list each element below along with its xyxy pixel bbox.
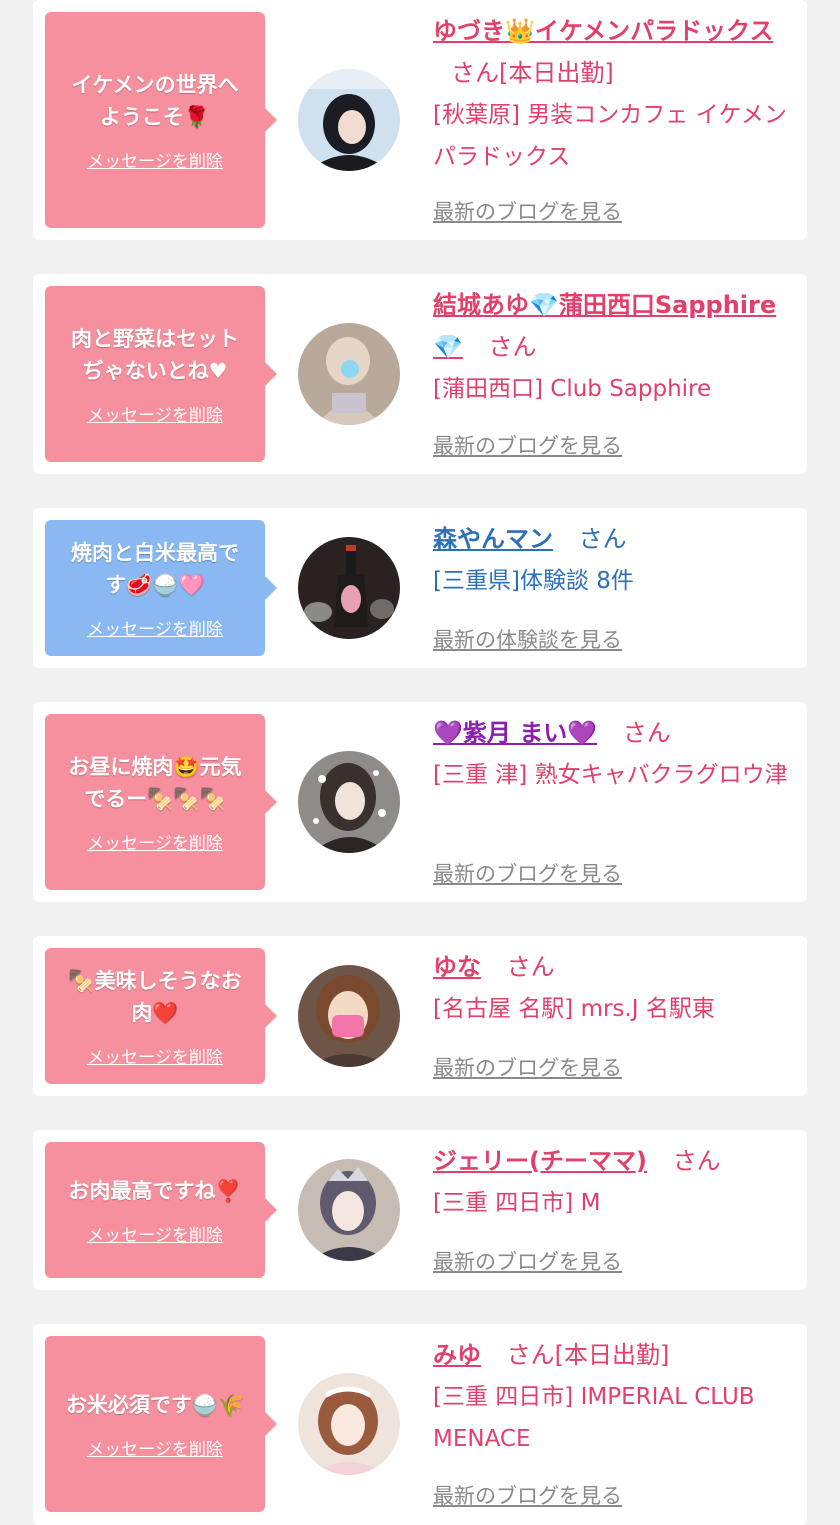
message-bubble: 🍢美味しそうなお 肉❤️ メッセージを削除 bbox=[45, 948, 277, 1084]
message-bubble: お昼に焼肉🤩元気 でるー🍢🍢🍢 メッセージを削除 bbox=[45, 714, 277, 890]
message-bubble: お米必須です🍚🌾 メッセージを削除 bbox=[45, 1336, 277, 1512]
san-label: さん bbox=[622, 719, 671, 747]
avatar[interactable] bbox=[298, 537, 400, 639]
latest-blog-link[interactable]: 最新のブログを見る bbox=[433, 1052, 622, 1082]
shop-label: [三重 四日市] M bbox=[433, 1190, 601, 1216]
latest-blog-link[interactable]: 最新のブログを見る bbox=[433, 1480, 622, 1510]
sender-info: 💜紫月 まい💜 さん [三重 津] 熟女キャバクラグロウ津 bbox=[433, 712, 795, 796]
message-text: 焼肉と白米最高で す🥩🍚🩷 bbox=[71, 540, 239, 597]
delete-message-link[interactable]: メッセージを削除 bbox=[87, 829, 223, 854]
message-text: お米必須です🍚🌾 bbox=[65, 1392, 245, 1417]
sender-name-link[interactable]: みゆ bbox=[433, 1341, 481, 1369]
message-card: お米必須です🍚🌾 メッセージを削除 みゆ さん[本日出勤] [三重 四日市] I… bbox=[33, 1324, 807, 1525]
message-card: 焼肉と白米最高で す🥩🍚🩷 メッセージを削除 森やんマン さん [三重県]体験談… bbox=[33, 508, 807, 668]
latest-blog-link[interactable]: 最新のブログを見る bbox=[433, 858, 622, 888]
sender-info: 森やんマン さん [三重県]体験談 8件 bbox=[433, 518, 795, 602]
sender-name-link[interactable]: ゆな bbox=[433, 953, 481, 981]
san-label: さん bbox=[672, 1147, 721, 1175]
sender-info: ジェリー(チーママ) さん [三重 四日市] M bbox=[433, 1140, 795, 1224]
shop-label: [三重 津] 熟女キャバクラグロウ津 bbox=[433, 762, 788, 788]
message-text: お昼に焼肉🤩元気 でるー🍢🍢🍢 bbox=[68, 754, 242, 811]
san-label: さん bbox=[578, 525, 627, 553]
delete-message-link[interactable]: メッセージを削除 bbox=[87, 1043, 223, 1068]
message-text: 🍢美味しそうなお 肉❤️ bbox=[68, 968, 242, 1025]
delete-message-link[interactable]: メッセージを削除 bbox=[87, 401, 223, 426]
san-label: さん bbox=[451, 59, 499, 87]
sender-info: ゆな さん [名古屋 名駅] mrs.J 名駅東 bbox=[433, 946, 795, 1030]
shop-label: [三重 四日市] IMPERIAL CLUB MENACE bbox=[433, 1384, 755, 1452]
avatar[interactable] bbox=[298, 323, 400, 425]
latest-blog-link[interactable]: 最新のブログを見る bbox=[433, 196, 622, 226]
avatar[interactable] bbox=[298, 965, 400, 1067]
status-suffix: [本日出勤] bbox=[554, 1341, 670, 1369]
san-label: さん bbox=[506, 953, 555, 981]
sender-name-link[interactable]: ゆづき👑イケメンパラドックス bbox=[433, 17, 773, 45]
message-bubble: 焼肉と白米最高で す🥩🍚🩷 メッセージを削除 bbox=[45, 520, 277, 656]
message-text: イケメンの世界へ ようこそ🌹 bbox=[71, 72, 239, 129]
message-text: お肉最高ですね❣️ bbox=[68, 1178, 242, 1203]
sender-info: みゆ さん[本日出勤] [三重 四日市] IMPERIAL CLUB MENAC… bbox=[433, 1334, 795, 1460]
delete-message-link[interactable]: メッセージを削除 bbox=[87, 1435, 223, 1460]
status-suffix: [本日出勤] bbox=[499, 59, 614, 87]
avatar[interactable] bbox=[298, 69, 400, 171]
sender-name-link[interactable]: 結城あゆ💎蒲田西口Sapphire💎 bbox=[433, 291, 776, 361]
avatar[interactable] bbox=[298, 1159, 400, 1261]
message-bubble: お肉最高ですね❣️ メッセージを削除 bbox=[45, 1142, 277, 1278]
message-card: お昼に焼肉🤩元気 でるー🍢🍢🍢 メッセージを削除 💜紫月 まい💜 さん [三重 … bbox=[33, 702, 807, 902]
sender-name-link[interactable]: 森やんマン bbox=[433, 525, 553, 553]
san-label: さん bbox=[488, 333, 537, 361]
message-card: 肉と野菜はセット ぢゃないとね♥ メッセージを削除 結城あゆ💎蒲田西口Sapph… bbox=[33, 274, 807, 474]
message-bubble: イケメンの世界へ ようこそ🌹 メッセージを削除 bbox=[45, 12, 277, 228]
message-list: イケメンの世界へ ようこそ🌹 メッセージを削除 ゆづき👑イケメンパラドックス さ… bbox=[0, 0, 840, 1525]
sender-name-link[interactable]: 💜紫月 まい💜 bbox=[433, 719, 597, 747]
latest-blog-link[interactable]: 最新のブログを見る bbox=[433, 430, 622, 460]
sender-info: 結城あゆ💎蒲田西口Sapphire💎 さん [蒲田西口] Club Sapphi… bbox=[433, 284, 795, 410]
sender-name-link[interactable]: ジェリー(チーママ) bbox=[433, 1147, 647, 1175]
message-card: お肉最高ですね❣️ メッセージを削除 ジェリー(チーママ) さん [三重 四日市… bbox=[33, 1130, 807, 1290]
delete-message-link[interactable]: メッセージを削除 bbox=[87, 615, 223, 640]
latest-review-link[interactable]: 最新の体験談を見る bbox=[433, 624, 622, 654]
shop-label: [三重県]体験談 8件 bbox=[433, 568, 634, 594]
latest-blog-link[interactable]: 最新のブログを見る bbox=[433, 1246, 622, 1276]
message-text: 肉と野菜はセット ぢゃないとね♥ bbox=[71, 326, 239, 383]
sender-info: ゆづき👑イケメンパラドックス さん[本日出勤] [秋葉原] 男装コンカフェ イケ… bbox=[433, 10, 795, 178]
shop-label: [蒲田西口] Club Sapphire bbox=[433, 376, 712, 402]
shop-label: [秋葉原] 男装コンカフェ イケメンパラドックス bbox=[433, 102, 787, 170]
delete-message-link[interactable]: メッセージを削除 bbox=[87, 147, 223, 172]
message-card: 🍢美味しそうなお 肉❤️ メッセージを削除 ゆな さん [名古屋 名駅] mrs… bbox=[33, 936, 807, 1096]
shop-label: [名古屋 名駅] mrs.J 名駅東 bbox=[433, 996, 715, 1022]
avatar[interactable] bbox=[298, 751, 400, 853]
message-bubble: 肉と野菜はセット ぢゃないとね♥ メッセージを削除 bbox=[45, 286, 277, 462]
delete-message-link[interactable]: メッセージを削除 bbox=[87, 1221, 223, 1246]
san-label: さん bbox=[506, 1341, 555, 1369]
message-card: イケメンの世界へ ようこそ🌹 メッセージを削除 ゆづき👑イケメンパラドックス さ… bbox=[33, 0, 807, 240]
avatar[interactable] bbox=[298, 1373, 400, 1475]
